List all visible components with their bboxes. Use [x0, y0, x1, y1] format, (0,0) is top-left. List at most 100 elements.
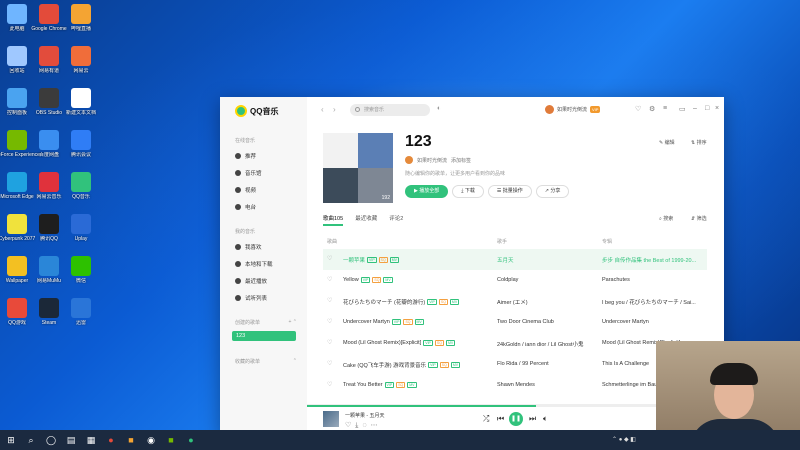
add-playlist-icon[interactable]: + ⌃	[289, 319, 298, 326]
tray-icons[interactable]: ⌃ ● ◆ ◧	[612, 436, 636, 443]
volume-icon[interactable]: 🔈︎	[543, 414, 548, 424]
header-song[interactable]: 歌曲	[327, 238, 337, 245]
owner-avatar[interactable]	[405, 156, 413, 164]
song-title[interactable]: Yellow VIP SQ MV	[343, 277, 393, 283]
windows-start-icon[interactable]: ⊞	[6, 435, 16, 445]
mv-tag[interactable]: MV	[383, 277, 393, 283]
chrome-icon[interactable]: ●	[106, 435, 116, 445]
sort-button[interactable]: ⇅ 排序	[691, 139, 707, 146]
next-icon[interactable]: ⏭	[529, 414, 536, 424]
desktop-icon[interactable]: 腾讯会议	[56, 128, 106, 172]
sidebar-item-music-hall[interactable]: 音乐馆	[235, 169, 262, 177]
tab-recent-collect[interactable]: 最近收藏	[355, 214, 377, 226]
tab-comments[interactable]: 评论2	[389, 214, 403, 226]
song-album[interactable]: 步步 自传作品集 the Best of 1999-20...	[602, 256, 707, 264]
table-row[interactable]: ♡ 花びらたちのマーチ (花瓣的游行) VIP SQ MV Aimer (エメ) I beg…	[323, 291, 707, 312]
batch-button[interactable]: ☰ 批量操作	[487, 185, 532, 198]
heart-icon[interactable]: ♡	[327, 318, 332, 325]
song-title[interactable]: Cake (QQ飞车手游) 游戏背景音乐 VIP SQ MV	[343, 361, 461, 369]
mv-tag[interactable]: MV	[450, 362, 461, 368]
back-arrow-icon[interactable]: ‹	[321, 105, 324, 114]
desktop-icon[interactable]: 迅雷	[56, 296, 106, 340]
qq-music-taskbar-icon[interactable]: ●	[186, 435, 196, 445]
table-row[interactable]: ♡ Treat You Better VIP SQ MV Shawn Mendes Schm…	[323, 375, 707, 396]
play-all-button[interactable]: ▶ 播放全部	[405, 185, 449, 198]
song-artist[interactable]: Coldplay	[497, 277, 518, 283]
table-row[interactable]: ♡ Undercover Martyn VIP SQ MV Two Door Cinema…	[323, 312, 707, 333]
heart-icon[interactable]: ♡	[327, 381, 332, 388]
tab-songs[interactable]: 歌曲105	[323, 214, 344, 226]
song-title[interactable]: Undercover Martyn VIP SQ MV	[343, 319, 424, 325]
desktop-icon[interactable]: 哔哩直播	[56, 2, 106, 46]
search-in-list-button[interactable]: ⌕ 搜索	[659, 215, 673, 222]
heart-icon[interactable]: ♡	[327, 255, 332, 262]
song-artist[interactable]: Flo Rida / 99 Percent	[497, 361, 549, 367]
pause-button[interactable]: ❚❚	[509, 412, 523, 426]
mv-tag[interactable]: MV	[407, 382, 417, 388]
created-playlists-header[interactable]: 创建的歌单 + ⌃	[235, 319, 297, 326]
add-tag-link[interactable]: 添加标签	[451, 157, 471, 164]
desktop-icon[interactable]: 微信	[56, 254, 106, 298]
microphone-icon[interactable]: ◐	[437, 105, 441, 112]
mv-tag[interactable]: MV	[445, 340, 456, 346]
heart-icon[interactable]: ♡	[345, 422, 355, 429]
mv-tag[interactable]: MV	[449, 299, 460, 305]
song-artist[interactable]: Aimer (エメ)	[497, 298, 528, 306]
heart-icon[interactable]: ♡	[327, 297, 332, 304]
desktop-icon[interactable]: 网易云	[56, 44, 106, 88]
forward-arrow-icon[interactable]: ›	[333, 105, 336, 114]
filter-button[interactable]: ⇵ 筛选	[691, 215, 707, 222]
maximize-icon[interactable]: □	[705, 105, 709, 112]
song-artist[interactable]: Shawn Mendes	[497, 382, 535, 388]
heart-icon[interactable]: ♡	[327, 360, 332, 367]
task-view-icon[interactable]: ◯	[46, 435, 56, 445]
heart-icon[interactable]: ♡	[327, 339, 332, 346]
close-icon[interactable]: ×	[715, 105, 719, 112]
song-artist[interactable]: 24kGoldn / iann dior / Lil Ghost小鬼	[497, 340, 584, 348]
edit-button[interactable]: ✎ 编辑	[659, 139, 675, 146]
share-button[interactable]: ↗ 分享	[535, 185, 570, 198]
search-icon[interactable]: ⌕	[26, 435, 36, 445]
sidebar-item-recent[interactable]: 最近播放	[235, 277, 267, 285]
song-title[interactable]: 花びらたちのマーチ (花瓣的游行) VIP SQ MV	[343, 298, 460, 306]
song-artist[interactable]: Two Door Cinema Club	[497, 319, 554, 325]
more-icon[interactable]: ⋯	[371, 422, 382, 429]
heart-icon[interactable]: ♡	[327, 276, 332, 283]
table-row[interactable]: ♡ Mood (Lil Ghost Remix)[Explicit] VIP SQ MV…	[323, 333, 707, 354]
obs-icon[interactable]: ◉	[146, 435, 156, 445]
skin-icon[interactable]: ♡	[635, 105, 641, 113]
sidebar-playlist-123[interactable]: 123	[232, 331, 296, 341]
mv-tag[interactable]: MV	[389, 257, 399, 263]
now-playing-title[interactable]: 一颗苹果 - 五月天	[345, 412, 384, 419]
sidebar-item-trial[interactable]: 试听列表	[235, 294, 267, 302]
user-profile[interactable]: 如果时光倒流 VIP	[545, 105, 601, 114]
menu-icon[interactable]: ≡	[663, 105, 667, 112]
desktop-icon[interactable]: QQ音乐	[56, 170, 106, 214]
table-row[interactable]: ♡ 一颗苹果 VIP SQ MV 五月天 步步 自传作品集 the Best of 1999…	[323, 249, 707, 270]
playlist-cover[interactable]: 192	[323, 133, 393, 203]
shuffle-icon[interactable]: ⤮	[483, 414, 489, 424]
sidebar-item-video[interactable]: 视频	[235, 186, 256, 194]
file-folder-icon[interactable]: ▦	[86, 435, 96, 445]
sidebar-item-radio[interactable]: 电台	[235, 203, 256, 211]
table-row[interactable]: ♡ Cake (QQ飞车手游) 游戏背景音乐 VIP SQ MV Flo Rida / 9…	[323, 354, 707, 375]
mv-tag[interactable]: MV	[414, 319, 424, 325]
song-album[interactable]: Undercover Martyn	[602, 319, 707, 325]
song-album[interactable]: Parachutes	[602, 277, 707, 283]
mini-mode-icon[interactable]: ▭	[679, 105, 686, 113]
download-button[interactable]: ⤓ 下载	[452, 185, 484, 198]
app-icon[interactable]: ■	[126, 435, 136, 445]
table-row[interactable]: ♡ Yellow VIP SQ MV Coldplay Parachutes	[323, 270, 707, 291]
previous-icon[interactable]: ⏮	[497, 414, 504, 424]
chevron-up-icon[interactable]: ⌃	[293, 358, 297, 365]
song-album[interactable]: I beg you / 花びらたちのマーチ / Sai...	[602, 298, 707, 306]
song-title[interactable]: Treat You Better VIP SQ MV	[343, 382, 417, 388]
desktop-icon[interactable]: 新建文本文档	[56, 86, 106, 130]
comment-icon[interactable]: ◌	[362, 422, 370, 429]
song-title[interactable]: 一颗苹果 VIP SQ MV	[343, 256, 399, 264]
now-playing-cover[interactable]	[323, 411, 339, 427]
explorer-icon[interactable]: ▤	[66, 435, 76, 445]
minimize-icon[interactable]: –	[693, 105, 697, 112]
settings-icon[interactable]: ⚙	[649, 105, 655, 113]
song-artist[interactable]: 五月天	[497, 256, 514, 264]
